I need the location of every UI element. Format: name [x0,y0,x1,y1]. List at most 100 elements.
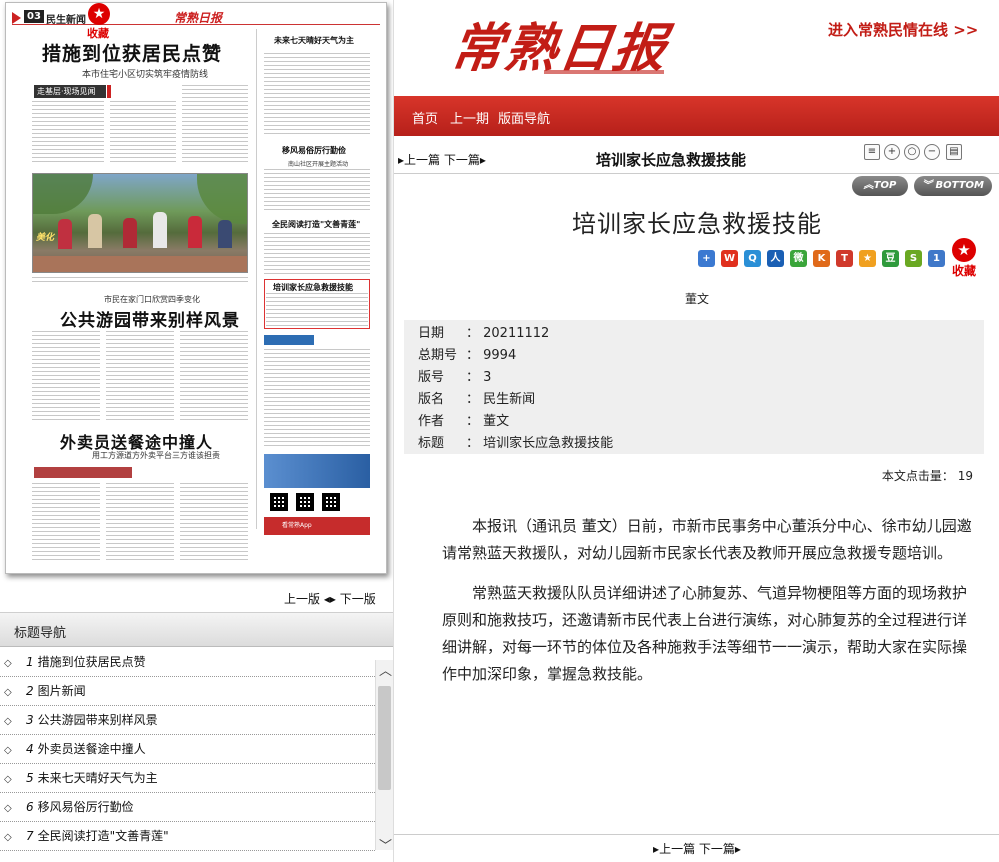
nav-item-label[interactable]: 外卖员送餐途中撞人 [38,742,146,756]
nav-item[interactable]: ◇ 1 措施到位获居民点赞 [0,648,375,677]
paper-layout: 03 民生新闻 ★ 收藏 常熟日报 措施到位获居民点赞 本市住宅小区切实筑牢疫情… [12,3,380,567]
meta-row: 日期： 20211112 [418,323,984,345]
zoom-in-icon[interactable]: + [884,144,900,160]
paper-photo[interactable]: 美化 [32,173,248,273]
paper-text-block [32,277,248,285]
diamond-icon: ◇ [4,658,12,669]
paper-tag-3 [34,467,132,478]
scroll-top-button[interactable]: ︽TOP [852,176,908,196]
share-tianya-icon[interactable]: T [836,250,853,267]
next-page-link[interactable]: 下一版 [340,592,376,606]
share-renren-icon[interactable]: 人 [767,250,784,267]
prev-article-link[interactable]: 上一篇 [659,842,695,856]
article-paragraph: 本报讯（通讯员 董文）日前，市新市民事务中心董浜分中心、徐市幼儿园邀请常熟蓝天救… [442,517,972,562]
hit-label: 本文点击量： [881,469,954,483]
nav-layout[interactable]: 版面导航 [498,108,550,127]
nav-item-num: 6 [26,800,34,814]
nav-item[interactable]: ◇ 6 移风易俗厉行勤俭 [0,793,375,822]
nav-item-num: 4 [26,742,34,756]
nav-item-label[interactable]: 未来七天晴好天气为主 [38,771,158,785]
qr-code-icon [270,493,288,511]
paper-right-title-read[interactable]: 全民阅读打造"文善青莲" [272,219,360,230]
share-add-icon[interactable]: + [698,250,715,267]
nav-item[interactable]: ◇ 4 外卖员送餐途中撞人 [0,735,375,764]
zoom-out-icon[interactable]: − [924,144,940,160]
meta-value: 董文 [483,414,510,429]
diamond-icon: ◇ [4,745,12,756]
paper-right-title-custom[interactable]: 移风易俗厉行勤俭 [282,145,346,156]
nav-item[interactable]: ◇ 3 公共游园带来别样风景 [0,706,375,735]
nav-item-label[interactable]: 图片新闻 [38,684,86,698]
copy-icon[interactable]: ≡ [864,144,880,160]
meta-row: 版名： 民生新闻 [418,389,984,411]
share-qzone-icon[interactable]: Q [744,250,761,267]
nav-scrollbar[interactable]: ︿ ﹀ [375,660,393,854]
nav-item-label[interactable]: 措施到位获居民点赞 [38,655,146,669]
prev-page-link[interactable]: 上一版 [284,592,320,606]
next-arrow-icon: ▸ [734,842,741,856]
print-icon[interactable]: ▤ [946,144,962,160]
share-star-icon[interactable]: ★ [859,250,876,267]
zoom-reset-icon[interactable]: ○ [904,144,920,160]
paper-headline-1[interactable]: 措施到位获居民点赞 [42,39,222,66]
nav-item-num: 3 [26,713,34,727]
prev-article-link[interactable]: 上一篇 [404,153,440,167]
scroll-down-icon[interactable]: ﹀ [379,835,392,854]
meta-label: 作者 [418,414,445,429]
share-wechat-icon[interactable]: 微 [790,250,807,267]
meta-label: 标题 [418,436,445,451]
paper-text-block [264,349,370,449]
share-sohu-icon[interactable]: S [905,250,922,267]
nav-home[interactable]: 首页 [412,108,438,127]
paper-tag-accent [107,85,111,98]
page-arrow-icon [12,12,21,24]
nav-item-label[interactable]: 移风易俗厉行勤俭 [38,800,134,814]
photo-person-shape [153,212,167,248]
diamond-icon: ◇ [4,716,12,727]
title-nav-list: ◇ 1 措施到位获居民点赞 ◇ 2 图片新闻 ◇ 3 公共游园带来别样风景 ◇ 4 外卖员送餐途… [0,648,375,862]
paper-blue-ad [264,454,370,488]
article-author: 董文 [684,292,709,306]
nav-item-label[interactable]: 全民阅读打造"文善青莲" [38,829,169,843]
nav-item-num: 5 [26,771,34,785]
paper-headline-2[interactable]: 公共游园带来别样风景 [60,306,240,331]
photo-person-shape [58,219,72,249]
favorite-star-icon[interactable]: ★ [88,3,110,25]
nav-prev-issue[interactable]: 上一期 [450,108,489,127]
share-one-icon[interactable]: 1 [928,250,945,267]
paper-kicker-2: 市民在家门口欣赏四季变化 [104,295,200,304]
article-bar-title: 培训家长应急救援技能 [596,151,747,169]
meta-value: 20211112 [483,326,550,341]
meta-label: 版名 [418,392,445,407]
next-article-link[interactable]: 下一篇 [444,153,480,167]
nav-item-label[interactable]: 公共游园带来别样风景 [38,713,158,727]
nav-item[interactable]: ◇ 7 全民阅读打造"文善青莲" [0,822,375,851]
qr-code-icon [322,493,340,511]
meta-row: 作者： 董文 [418,411,984,433]
favorite-star-icon[interactable]: ★ [952,238,976,262]
paper-text-block [106,331,174,423]
diamond-icon: ◇ [4,803,12,814]
photo-caption: 美化 [36,233,55,243]
favorite-label[interactable]: 收藏 [952,262,976,279]
paper-text-block [32,483,100,563]
paper-right-sub-custom: 南山社区开展主题活动 [288,161,349,168]
share-douban-icon[interactable]: 豆 [882,250,899,267]
newspaper-page-thumbnail[interactable]: 03 民生新闻 ★ 收藏 常熟日报 措施到位获居民点赞 本市住宅小区切实筑牢疫情… [5,2,387,574]
paper-blue-heading [264,335,314,345]
enter-minqing-link[interactable]: 进入常熟民情在线 >> [828,19,978,40]
title-nav-header: 标题导航 [0,612,393,647]
scroll-thumb[interactable] [378,686,391,790]
paper-right-title-first-aid[interactable]: 培训家长应急救援技能 [273,282,353,293]
scroll-up-icon[interactable]: ︿ [379,660,392,679]
nav-item[interactable]: ◇ 5 未来七天晴好天气为主 [0,764,375,793]
photo-person-shape [218,220,232,248]
paper-right-title-weather[interactable]: 未来七天晴好天气为主 [274,35,354,46]
nav-item-num: 7 [26,829,34,843]
next-article-link[interactable]: 下一篇 [699,842,735,856]
paper-text-block [110,101,176,163]
share-kaixin-icon[interactable]: K [813,250,830,267]
nav-item[interactable]: ◇ 2 图片新闻 [0,677,375,706]
scroll-bottom-button[interactable]: ︾ BOTTOM [914,176,992,196]
share-weibo-icon[interactable]: W [721,250,738,267]
